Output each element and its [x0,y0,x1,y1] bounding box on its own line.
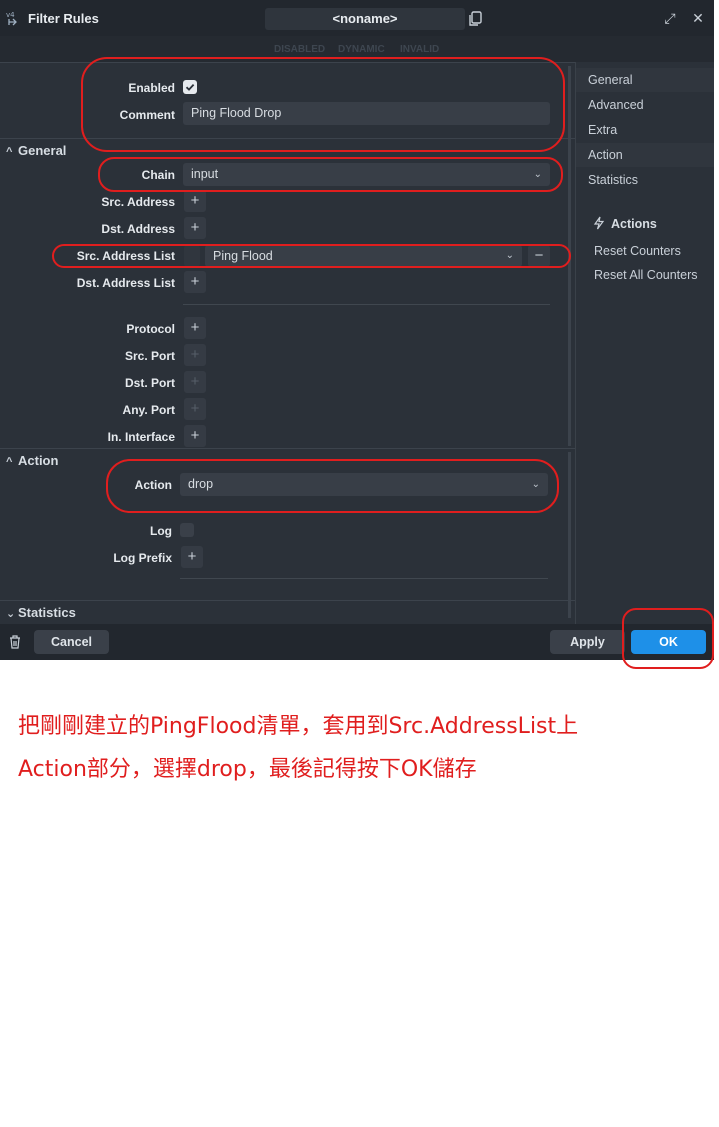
log-checkbox[interactable] [180,523,194,537]
divider [0,600,575,601]
caption-line-2: Action部分，選擇drop，最後記得按下OK儲存 [18,757,477,782]
highlight-ok-button [622,608,714,669]
expand-icon[interactable]: ⤢ [662,10,678,26]
add-dst-port-button[interactable]: + [184,371,206,393]
caption-line-1: 把剛剛建立的PingFlood清單，套用到Src.AddressList上 [18,714,579,739]
trash-icon[interactable] [8,634,22,650]
nav-action[interactable]: Action [576,143,714,167]
protocol-label: Protocol [126,322,175,336]
nav-advanced[interactable]: Advanced [576,93,714,117]
cancel-button[interactable]: Cancel [34,630,109,654]
status-invalid: INVALID [400,44,440,55]
dst-address-list-label: Dst. Address List [76,276,175,290]
rule-name-field[interactable]: <noname> [265,8,465,30]
window-title: Filter Rules [28,11,99,26]
chevron-down-icon: ⌄ [6,608,16,620]
chevron-up-icon: ^ [6,146,13,158]
log-label: Log [150,524,172,538]
chevron-up-icon: ^ [6,456,13,468]
title-bar: v4 Filter Rules <noname> ⤢ ✕ [0,0,714,36]
close-icon[interactable]: ✕ [690,10,706,26]
add-log-prefix-button[interactable]: + [181,546,203,568]
src-address-label: Src. Address [101,195,175,209]
dst-address-label: Dst. Address [101,222,175,236]
nav-general[interactable]: General [576,68,714,92]
highlight-src-address-list [52,244,571,268]
status-disabled: DISABLED [274,44,326,55]
general-section-title: General [18,143,67,158]
actions-header: Actions [592,216,657,231]
statistics-section-header[interactable]: ⌄ Statistics [6,605,76,620]
add-protocol-button[interactable]: + [184,317,206,339]
log-prefix-label: Log Prefix [113,551,172,565]
separator [180,578,548,579]
add-dst-address-list-button[interactable]: + [184,271,206,293]
copy-icon[interactable] [466,8,486,30]
highlight-action [106,459,559,513]
reset-counters-link[interactable]: Reset Counters [594,244,681,258]
add-any-port-button[interactable]: + [184,398,206,420]
svg-text:v4: v4 [6,11,15,19]
in-interface-label: In. Interface [107,430,175,444]
status-dynamic: DYNAMIC [338,44,385,55]
src-port-label: Src. Port [124,349,175,363]
add-src-address-button[interactable]: + [184,190,206,212]
reset-all-counters-link[interactable]: Reset All Counters [594,268,698,282]
add-in-interface-button[interactable]: + [184,425,206,447]
scrollbar[interactable] [568,452,571,618]
app-logo-icon: v4 [6,11,17,26]
dst-port-label: Dst. Port [124,376,175,390]
highlight-chain [98,157,563,192]
lightning-icon [593,216,605,230]
any-port-label: Any. Port [122,403,175,417]
action-section-header[interactable]: ^ Action [6,453,58,468]
actions-title: Actions [611,217,657,231]
add-src-port-button[interactable]: + [184,344,206,366]
separator [183,304,550,305]
divider [0,448,575,449]
apply-button[interactable]: Apply [550,630,625,654]
highlight-enabled-comment [81,57,565,152]
add-dst-address-button[interactable]: + [184,217,206,239]
action-section-title: Action [18,453,59,468]
general-section-header[interactable]: ^ General [6,143,66,158]
nav-statistics[interactable]: Statistics [576,168,714,192]
nav-extra[interactable]: Extra [576,118,714,142]
statistics-section-title: Statistics [18,605,76,620]
